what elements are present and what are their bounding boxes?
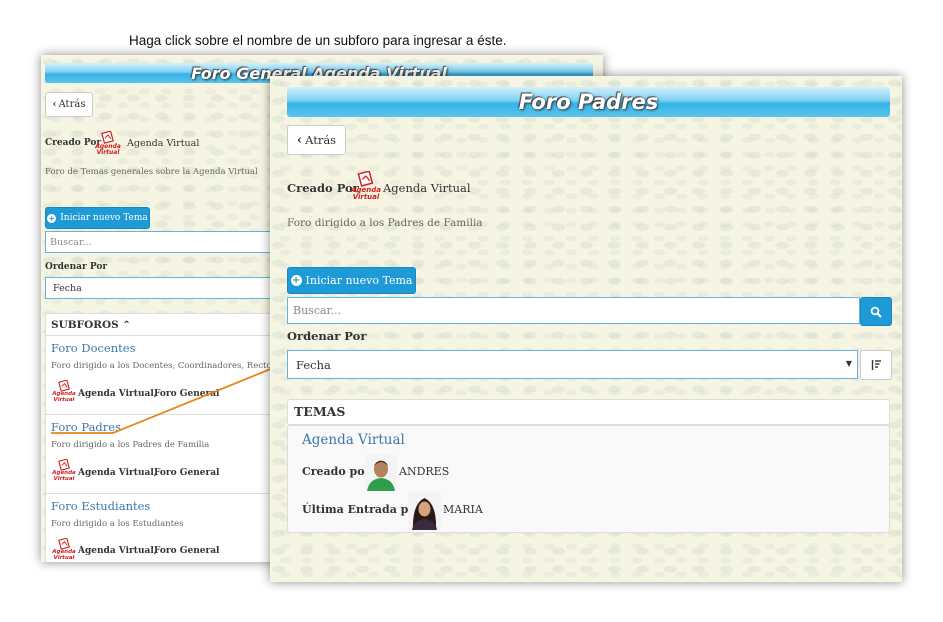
front-new-topic-button[interactable]: + Iniciar nuevo Tema — [287, 267, 416, 294]
search-icon — [870, 306, 882, 318]
sort-direction-button[interactable] — [860, 350, 892, 380]
topic-item: Agenda Virtual Creado por ANDRES Última … — [287, 425, 890, 533]
avatar — [408, 492, 441, 530]
front-search-input[interactable]: Buscar... — [287, 297, 860, 324]
front-banner-title: Foro Padres — [518, 90, 659, 114]
avatar-andres-icon — [365, 455, 397, 491]
topic-created-by-label: Creado por — [302, 465, 371, 478]
sort-icon — [871, 360, 881, 370]
front-back-label: Atrás — [305, 133, 337, 147]
front-back-button[interactable]: ‹ Atrás — [287, 125, 346, 155]
topic-created-by-name: ANDRES — [399, 465, 450, 478]
topic-last-entry-label: Última Entrada por — [302, 503, 422, 516]
topic-last-entry-name: MARIA — [443, 503, 483, 516]
temas-label: TEMAS — [294, 404, 346, 419]
avatar-maria-icon — [408, 492, 441, 530]
chevron-left-icon: ‹ — [296, 132, 303, 148]
front-search-placeholder: Buscar... — [293, 304, 342, 317]
plus-circle-icon: + — [290, 275, 302, 286]
topic-title-link[interactable]: Agenda Virtual — [302, 432, 405, 448]
temas-header: TEMAS — [287, 399, 890, 425]
avatar — [365, 455, 397, 491]
agenda-virtual-logo: Agenda Virtual — [349, 171, 383, 201]
logo-word-2: Virtual — [352, 193, 380, 201]
front-creator-name: Agenda Virtual — [383, 181, 471, 195]
caret-down-icon: ▼ — [845, 359, 852, 368]
front-new-topic-label: Iniciar nuevo Tema — [305, 274, 413, 287]
logo-mark-icon — [357, 171, 374, 187]
front-order-label: Ordenar Por — [287, 329, 367, 343]
front-description: Foro dirigido a los Padres de Familia — [287, 217, 483, 229]
front-banner: Foro Padres — [287, 87, 890, 117]
front-panel-foro-padres: Foro Padres ‹ Atrás Creado Por Agenda Vi… — [270, 76, 902, 582]
front-order-select[interactable]: Fecha ▼ — [287, 350, 858, 379]
search-button[interactable] — [860, 297, 892, 326]
front-order-value: Fecha — [296, 357, 331, 372]
front-created-by-label: Creado Por — [287, 181, 359, 195]
